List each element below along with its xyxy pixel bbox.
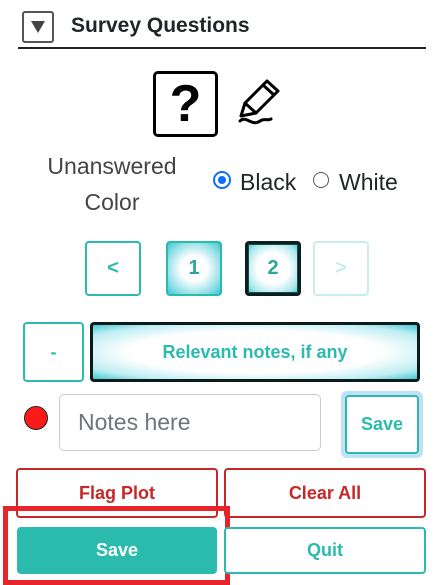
prev-page-button[interactable]: <: [85, 241, 141, 296]
collapse-notes-button[interactable]: -: [23, 322, 84, 382]
header-divider: [18, 47, 426, 49]
page-2-button[interactable]: 2: [245, 241, 301, 296]
unanswered-label-line1: Unanswered: [47, 153, 177, 179]
next-page-button[interactable]: >: [313, 241, 369, 296]
notes-input[interactable]: [59, 394, 321, 451]
relevant-notes-button[interactable]: Relevant notes, if any: [90, 322, 420, 382]
question-mark-glyph: ?: [169, 75, 202, 133]
quit-button[interactable]: Quit: [224, 527, 426, 574]
triangle-down-icon: [31, 21, 45, 33]
radio-black[interactable]: [213, 171, 231, 189]
save-notes-button[interactable]: Save: [345, 395, 419, 454]
question-mark-icon[interactable]: ?: [153, 71, 218, 137]
collapse-toggle-button[interactable]: [22, 11, 54, 43]
radio-black-label: Black: [240, 169, 297, 195]
radio-white-label: White: [339, 169, 398, 195]
unanswered-color-label: Unanswered Color: [38, 148, 186, 220]
page-1-button[interactable]: 1: [166, 241, 222, 296]
unanswered-label-line2: Color: [84, 189, 140, 215]
save-button[interactable]: Save: [17, 527, 217, 574]
pen-icon[interactable]: [234, 77, 284, 129]
section-title: Survey Questions: [71, 14, 250, 37]
clear-all-button[interactable]: Clear All: [224, 468, 426, 518]
radio-white[interactable]: [313, 172, 329, 188]
status-indicator: [24, 406, 48, 430]
